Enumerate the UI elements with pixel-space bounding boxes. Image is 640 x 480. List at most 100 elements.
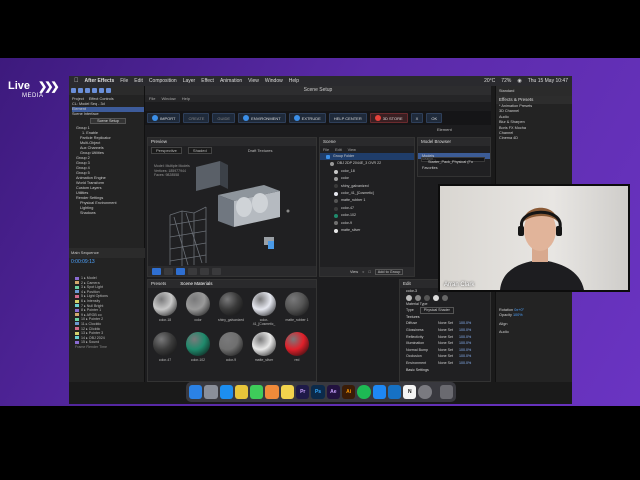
material-swatch[interactable]: color-47 [152, 332, 178, 362]
messages-icon[interactable] [250, 385, 264, 399]
draft-textures-toggle[interactable]: Draft Textures [248, 148, 273, 153]
clock[interactable]: Thu 15 May 10:47 [528, 78, 568, 84]
tab-presets[interactable]: Presets [151, 280, 166, 288]
material-swatch[interactable]: color-102 [185, 332, 211, 362]
texture-row[interactable]: Environment None Set 100.0% [400, 360, 490, 367]
camera-tool-icon[interactable] [106, 88, 111, 93]
tab-scene-materials[interactable]: Scene Materials [180, 280, 212, 288]
scene-item[interactable]: color_18 [320, 168, 414, 175]
spotify-icon[interactable] [357, 385, 371, 399]
import-button[interactable]: IMPORT [147, 113, 181, 123]
effect-controls-tab[interactable]: Effect Controls [89, 97, 114, 101]
group-folder-row[interactable]: Group Folder [320, 153, 414, 161]
scene-item[interactable]: color-47 [320, 205, 414, 212]
scale-icon[interactable] [200, 267, 209, 275]
favorites-folder[interactable]: Favorites [418, 165, 490, 171]
launchpad-icon[interactable] [204, 385, 218, 399]
ss-menu-window[interactable]: Window [161, 96, 175, 101]
menu-help[interactable]: Help [289, 78, 299, 84]
orbit-icon[interactable] [164, 267, 173, 275]
timeline-tab[interactable]: Main Sequence [71, 250, 99, 255]
weather-status[interactable]: 20°C [484, 78, 495, 84]
menu-layer[interactable]: Layer [183, 78, 196, 84]
3d-store-button[interactable]: 3D STORE [369, 113, 408, 123]
type-dropdown[interactable]: Physical Shader [419, 307, 454, 314]
ss-menu-help[interactable]: Help [182, 96, 190, 101]
photoshop-icon[interactable]: Ps [311, 385, 325, 399]
rotate-icon[interactable] [188, 267, 197, 275]
scene-item[interactable]: matte_silver [320, 227, 414, 234]
zoom-tool-icon[interactable] [92, 88, 97, 93]
battery-status[interactable]: 72% [501, 78, 511, 84]
photos-icon[interactable] [265, 385, 279, 399]
scene-item[interactable]: color-102 [320, 212, 414, 219]
ok-button[interactable]: OK [426, 113, 443, 123]
rotate-tool-icon[interactable] [99, 88, 104, 93]
vscode-icon[interactable] [387, 385, 402, 399]
basic-settings-section[interactable]: Basic Settings [400, 367, 490, 374]
delete-icon[interactable]: □ [368, 270, 370, 274]
cancel-button[interactable]: X [410, 113, 424, 123]
illustrator-icon[interactable]: Ai [341, 385, 356, 399]
chrome-icon[interactable] [234, 385, 249, 399]
scene-item[interactable]: color_41_[Cosmetic] [320, 190, 414, 197]
scene-setup-button[interactable]: Scene Setup [90, 118, 126, 124]
trash-icon[interactable] [439, 385, 454, 399]
texture-row[interactable]: Glossiness None Set 100.0% [400, 327, 490, 334]
safari-icon[interactable] [219, 385, 233, 399]
texture-row[interactable]: Occlusion None Set 100.0% [400, 353, 490, 360]
texture-row[interactable]: Normal Bump None Set 100.0% [400, 347, 490, 354]
align-section[interactable]: Align [499, 322, 524, 327]
tree-item[interactable]: Scene Interface [72, 112, 144, 117]
hand-tool-icon[interactable] [85, 88, 90, 93]
workspace-label[interactable]: Standard [496, 86, 572, 96]
menu-window[interactable]: Window [265, 78, 283, 84]
extrude-button[interactable]: EXTRUDE [288, 113, 326, 123]
notes-icon[interactable] [280, 385, 295, 399]
material-swatch[interactable]: red [284, 332, 310, 362]
shade-mode-dropdown[interactable]: Shaded [187, 147, 212, 154]
select-tool-icon[interactable] [78, 88, 83, 93]
scene-menu-view[interactable]: View [348, 148, 356, 152]
effect-category[interactable]: Cinema 4D [496, 136, 572, 141]
texture-row[interactable]: Illumination None Set 100.0% [400, 340, 490, 347]
notion-icon[interactable]: N [403, 385, 417, 399]
scene-menu-file[interactable]: File [323, 148, 329, 152]
help-center-button[interactable]: HELP CENTER [328, 113, 367, 123]
settings-icon[interactable] [418, 385, 432, 399]
scene-item[interactable]: color [320, 175, 414, 182]
apple-icon[interactable]:  [74, 78, 79, 84]
snap-icon[interactable] [212, 267, 221, 275]
scene-item[interactable]: OBJ 2DP 2044E_3 OVR 22 [320, 160, 414, 167]
add-to-group-button[interactable]: Add to Group [374, 268, 404, 275]
timecode[interactable]: 0:00:09:13 [71, 259, 95, 265]
menu-animation[interactable]: Animation [220, 78, 242, 84]
scene-menu-edit[interactable]: Edit [335, 148, 342, 152]
material-swatch[interactable]: color-9 [218, 332, 244, 362]
material-swatch[interactable]: color-18 [152, 292, 178, 322]
premiere-icon[interactable]: Pr [296, 385, 310, 399]
menu-composition[interactable]: Composition [149, 78, 177, 84]
move-icon[interactable] [176, 267, 185, 275]
menu-view[interactable]: View [248, 78, 259, 84]
ss-menu-file[interactable]: File [149, 96, 155, 101]
app-store-icon[interactable] [372, 385, 386, 399]
tree-item[interactable]: Shadows [72, 211, 144, 216]
wifi-icon[interactable]: ◉ [517, 78, 521, 84]
opacity-value[interactable]: 100% [513, 313, 523, 317]
material-swatch[interactable]: color [185, 292, 211, 322]
guide-button[interactable]: GUIDE [212, 113, 236, 123]
view-button[interactable]: View [350, 270, 358, 274]
audio-section[interactable]: Audio [499, 330, 524, 335]
after-effects-icon[interactable]: Ae [326, 385, 340, 399]
home-icon[interactable] [71, 88, 76, 93]
project-tab[interactable]: Project [72, 97, 84, 101]
texture-row[interactable]: Diffuse None Set 100.0% [400, 320, 490, 327]
camera-view-icon[interactable] [152, 267, 161, 275]
environment-button[interactable]: ENVIRONMENT [238, 113, 286, 123]
menu-app-name[interactable]: After Effects [85, 78, 115, 84]
menu-effect[interactable]: Effect [201, 78, 214, 84]
menu-file[interactable]: File [120, 78, 128, 84]
view-mode-dropdown[interactable]: Perspective [151, 147, 182, 154]
group-icon[interactable]: ○ [362, 270, 364, 274]
